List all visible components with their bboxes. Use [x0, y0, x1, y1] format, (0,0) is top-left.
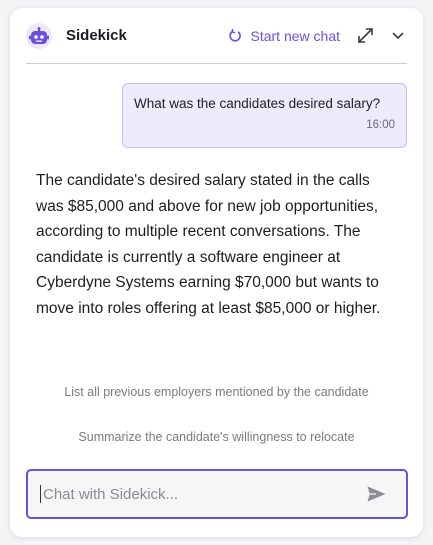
collapse-button[interactable] [392, 32, 404, 40]
message-timestamp: 16:00 [366, 119, 395, 131]
robot-icon [26, 22, 52, 49]
user-message-bubble: What was the candidates desired salary? … [122, 83, 407, 148]
chat-input[interactable] [40, 485, 367, 503]
suggestion-previous-employers[interactable]: List all previous employers mentioned by… [10, 385, 423, 399]
sidekick-panel: Sidekick Start new chat What was the can… [10, 8, 423, 537]
suggestion-relocation[interactable]: Summarize the candidate's willingness to… [10, 430, 423, 444]
chevron-down-icon [392, 32, 404, 39]
expand-icon [358, 28, 373, 43]
user-message-text: What was the candidates desired salary? [134, 96, 381, 111]
chat-input-container [26, 469, 408, 519]
start-new-chat-label: Start new chat [250, 27, 341, 44]
start-new-chat-button[interactable]: Start new chat [228, 27, 341, 44]
send-icon [367, 486, 386, 502]
expand-button[interactable] [357, 27, 374, 44]
panel-title: Sidekick [66, 27, 127, 44]
send-button[interactable] [367, 486, 386, 502]
panel-header: Sidekick Start new chat [26, 8, 407, 64]
assistant-message-text: The candidate's desired salary stated in… [36, 172, 381, 317]
refresh-icon [228, 28, 242, 43]
